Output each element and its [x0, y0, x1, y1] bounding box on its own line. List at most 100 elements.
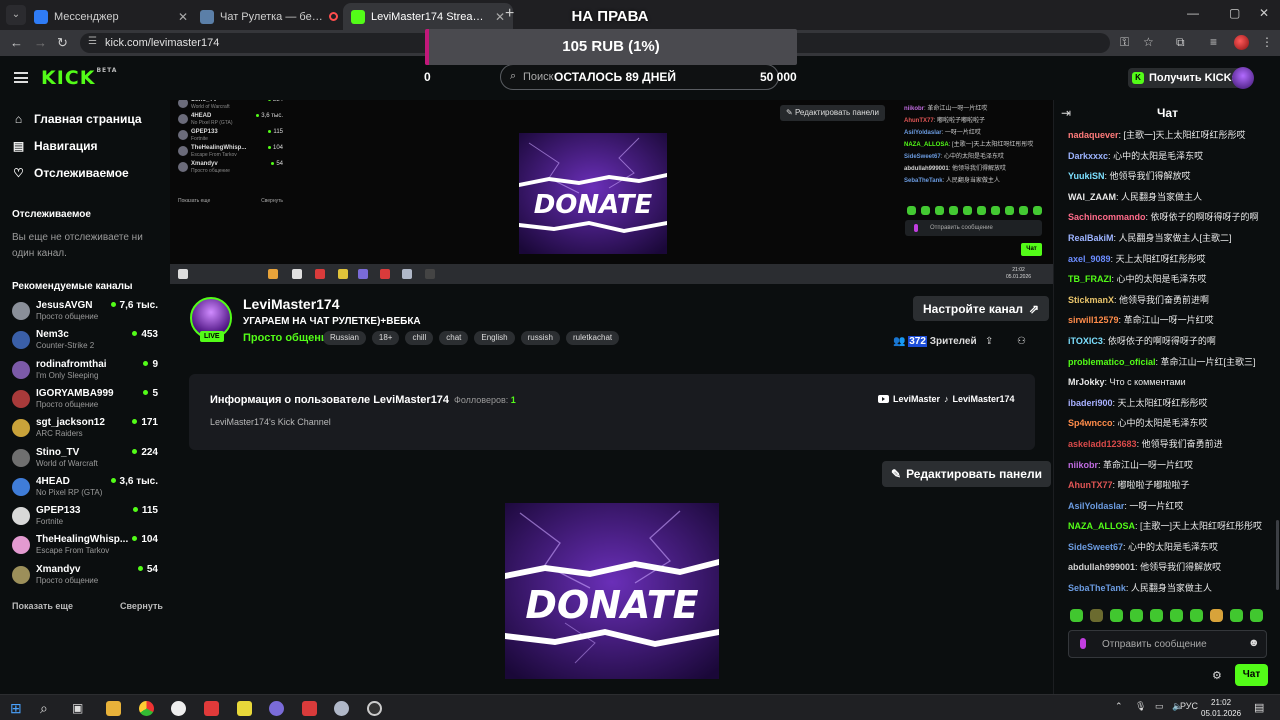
chat-username[interactable]: SebaTheTank — [1068, 583, 1126, 593]
chat-username[interactable]: AhunTX77 — [1068, 480, 1113, 490]
chat-username[interactable]: ibaderi900 — [1068, 398, 1113, 408]
kick-logo[interactable]: KICKBETA — [41, 67, 117, 89]
yandex-browser-icon[interactable] — [171, 700, 186, 716]
system-clock[interactable]: 21:02 05.01.2026 — [1201, 697, 1241, 719]
get-kicks-button[interactable]: K Получить KICKs — [1128, 68, 1246, 88]
language-indicator[interactable]: РУС — [1180, 701, 1198, 711]
chat-username[interactable]: TB_FRAZI — [1068, 274, 1112, 284]
browser-profile-avatar[interactable] — [1234, 35, 1249, 50]
recommended-channel[interactable]: Xmandyv Просто общение 54 — [12, 564, 162, 588]
emote-icon[interactable] — [1170, 609, 1183, 622]
network-icon[interactable]: ▭ — [1155, 701, 1164, 712]
chat-username[interactable]: WAI_ZAAM — [1068, 192, 1116, 202]
channel-name[interactable]: LeviMaster174 — [243, 296, 340, 312]
obs-icon[interactable] — [367, 700, 382, 716]
tiktok-link[interactable]: ♪ LeviMaster174 — [944, 394, 1015, 404]
stream-tag[interactable]: ruletkachat — [565, 331, 620, 345]
recommended-channel[interactable]: rodinafromthai I'm Only Sleeping 9 — [12, 359, 162, 383]
share-icon[interactable]: ⇪ — [985, 336, 993, 347]
stream-tag[interactable]: chill — [405, 331, 434, 345]
stream-tag[interactable]: chat — [439, 331, 469, 345]
edit-panels-button[interactable]: ✎ Редактировать панели — [882, 461, 1051, 487]
emote-icon[interactable] — [1250, 609, 1263, 622]
user-settings-icon[interactable]: ⚇ — [1017, 336, 1026, 347]
reload-icon[interactable]: ↻ — [57, 35, 68, 51]
chat-username[interactable]: sirwill12579 — [1068, 315, 1119, 325]
tab-messenger[interactable]: Мессенджер ✕ — [26, 3, 196, 30]
tab-kick-stream[interactable]: LeviMaster174 Stream - Watch ✕ — [343, 3, 513, 30]
chat-username[interactable]: iTOXIC3 — [1068, 336, 1103, 346]
chat-username[interactable]: RealBakiM — [1068, 233, 1114, 243]
menu-icon[interactable] — [14, 72, 28, 83]
chat-username[interactable]: YuukiSN — [1068, 171, 1105, 181]
emote-icon[interactable] — [1130, 609, 1143, 622]
forward-icon[interactable]: → — [34, 35, 47, 50]
recommended-channel[interactable]: Stino_TV World of Warcraft 224 — [12, 447, 162, 471]
site-info-icon[interactable]: ☰ — [88, 36, 97, 47]
chat-username[interactable]: askeladd123683 — [1068, 439, 1137, 449]
chat-username[interactable]: Sachincommando — [1068, 212, 1146, 222]
recommended-channel[interactable]: 4HEAD No Pixel RP (GTA) 3,6 тыс. — [12, 476, 162, 500]
close-window-icon[interactable]: ✕ — [1259, 6, 1269, 20]
recommended-channel[interactable]: JesusAVGN Просто общение 7,6 тыс. — [12, 300, 162, 324]
chat-settings-icon[interactable]: ⚙ — [1212, 669, 1222, 682]
new-tab-button[interactable]: + — [505, 5, 514, 23]
browser-menu-icon[interactable]: ⋮ — [1261, 35, 1273, 49]
minimize-icon[interactable]: — — [1187, 6, 1199, 20]
maximize-icon[interactable]: ▢ — [1229, 6, 1240, 20]
chat-username[interactable]: NAZA_ALLOSA — [1068, 521, 1135, 531]
nav-home[interactable]: ⌂ Главная страница — [12, 112, 142, 126]
emote-icon[interactable] — [1110, 609, 1123, 622]
file-explorer-icon[interactable] — [106, 700, 121, 716]
setup-channel-button[interactable]: Настройте канал ⇗ — [913, 296, 1050, 321]
tray-expand-icon[interactable]: ⌃ — [1115, 701, 1123, 712]
taskbar-app-icon[interactable] — [237, 700, 252, 716]
chat-input-box[interactable]: ☻ — [1068, 630, 1267, 658]
chat-username[interactable]: AsilYoldaslar — [1068, 501, 1124, 511]
stream-category[interactable]: Просто общение — [243, 332, 334, 344]
emote-icon[interactable] — [1150, 609, 1163, 622]
chat-username[interactable]: SideSweet67 — [1068, 542, 1123, 552]
extensions-icon[interactable]: ⧉ — [1176, 35, 1185, 50]
microphone-icon[interactable]: 🎙 — [1135, 701, 1146, 712]
chat-username[interactable]: niikobr — [1068, 460, 1098, 470]
task-view-icon[interactable]: ▣ — [72, 700, 83, 716]
tab-chat-roulette[interactable]: Чат Рулетка — бесплатный ✕ — [192, 3, 362, 30]
video-player[interactable]: Stino_TV World of Warcraft 224 4HEAD No Pixe… — [170, 100, 1053, 284]
chat-username[interactable]: axel_9089 — [1068, 254, 1111, 264]
chrome-icon[interactable] — [139, 700, 154, 716]
youtube-link[interactable]: LeviMaster — [878, 394, 940, 404]
chat-username[interactable]: StickmanX — [1068, 295, 1114, 305]
reading-list-icon[interactable]: ≡ — [1210, 35, 1217, 49]
nav-following[interactable]: ♡ Отслеживаемое — [12, 166, 129, 180]
chat-username[interactable]: nadaquever — [1068, 130, 1119, 140]
back-icon[interactable]: ← — [10, 35, 23, 50]
recommended-channel[interactable]: TheHealingWhisp... Escape From Tarkov 104 — [12, 534, 162, 558]
recommended-channel[interactable]: IGORYAMBA999 Просто общение 5 — [12, 388, 162, 412]
stream-tag[interactable]: russish — [520, 331, 560, 345]
chat-message-input[interactable] — [1102, 637, 1242, 652]
user-avatar[interactable] — [1232, 67, 1254, 89]
recommended-channel[interactable]: sgt_jackson12 ARC Raiders 171 — [12, 417, 162, 441]
chat-username[interactable]: MrJokky — [1068, 377, 1105, 387]
recommended-channel[interactable]: GPEP133 Fortnite 115 — [12, 505, 162, 529]
discord-icon[interactable] — [269, 700, 284, 716]
recommended-channel[interactable]: Nem3c Counter-Strike 2 453 — [12, 329, 162, 353]
chat-username[interactable]: abdullah999001 — [1068, 562, 1135, 572]
stream-tag[interactable]: 18+ — [371, 331, 400, 345]
donate-panel-image[interactable]: DONATE — [505, 503, 719, 679]
key-icon[interactable]: ⚿ — [1120, 35, 1129, 50]
tab-search-button[interactable]: ⌄ — [6, 5, 26, 25]
chat-username[interactable]: problematico_oficial — [1068, 357, 1156, 367]
emote-icon[interactable] — [1070, 609, 1083, 622]
chat-username[interactable]: Sp4wncco — [1068, 418, 1113, 428]
notifications-icon[interactable]: ▤ — [1254, 701, 1264, 714]
youtube-app-icon[interactable] — [302, 700, 317, 716]
stream-tag[interactable]: Russian — [323, 331, 366, 345]
collapse-link[interactable]: Свернуть — [120, 601, 163, 611]
stream-tag[interactable]: English — [474, 331, 515, 345]
windows-start-icon[interactable]: ⊞ — [10, 700, 22, 716]
emote-icon[interactable] — [1190, 609, 1203, 622]
emote-icon[interactable] — [1090, 609, 1103, 622]
chat-send-button[interactable]: Чат — [1235, 664, 1268, 686]
